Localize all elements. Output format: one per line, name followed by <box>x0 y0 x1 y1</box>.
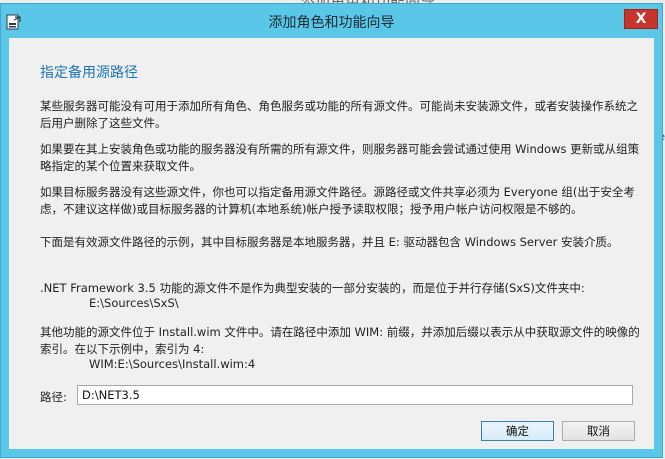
close-button[interactable]: X <box>624 9 658 29</box>
example-wim-path: WIM:E:\Sources\Install.wim:4 <box>89 357 256 371</box>
paragraph-install-wim: 其他功能的源文件位于 Install.wim 文件中。请在路径中添加 WIM: … <box>40 325 640 356</box>
paragraph-examples-intro: 下面是有效源文件路径的示例，其中目标服务器是本地服务器，并且 E: 驱动器包含 … <box>40 235 619 249</box>
paragraph-alternate-path: 如果目标服务器没有这些源文件，你也可以指定备用源文件路径。源路径或文件共享必须为… <box>40 185 635 216</box>
dialog-titlebar[interactable]: 添加角色和功能向导 X <box>1 4 662 38</box>
page-heading: 指定备用源路径 <box>40 65 138 81</box>
close-icon: X <box>635 11 647 27</box>
ok-button[interactable]: 确定 <box>481 421 554 441</box>
dialog-title: 添加角色和功能向导 <box>268 15 395 31</box>
add-roles-features-dialog: 添加角色和功能向导 X 指定备用源路径 某些服务器可能没有可用于添加所有角色、角… <box>0 3 663 458</box>
dialog-content: 指定备用源路径 某些服务器可能没有可用于添加所有角色、角色服务或功能的所有源文件… <box>9 38 654 449</box>
paragraph-windows-update: 如果要在其上安装角色或功能的服务器没有所需的所有源文件，则服务器可能会尝试通过使… <box>40 142 640 173</box>
path-label: 路径: <box>40 390 67 404</box>
example-sxs-path: E:\Sources\SxS\ <box>89 296 179 310</box>
paragraph-missing-files: 某些服务器可能没有可用于添加所有角色、角色服务或功能的所有源文件。可能尚未安装源… <box>40 99 638 130</box>
path-input[interactable] <box>77 385 633 405</box>
cancel-button[interactable]: 取消 <box>562 421 635 441</box>
